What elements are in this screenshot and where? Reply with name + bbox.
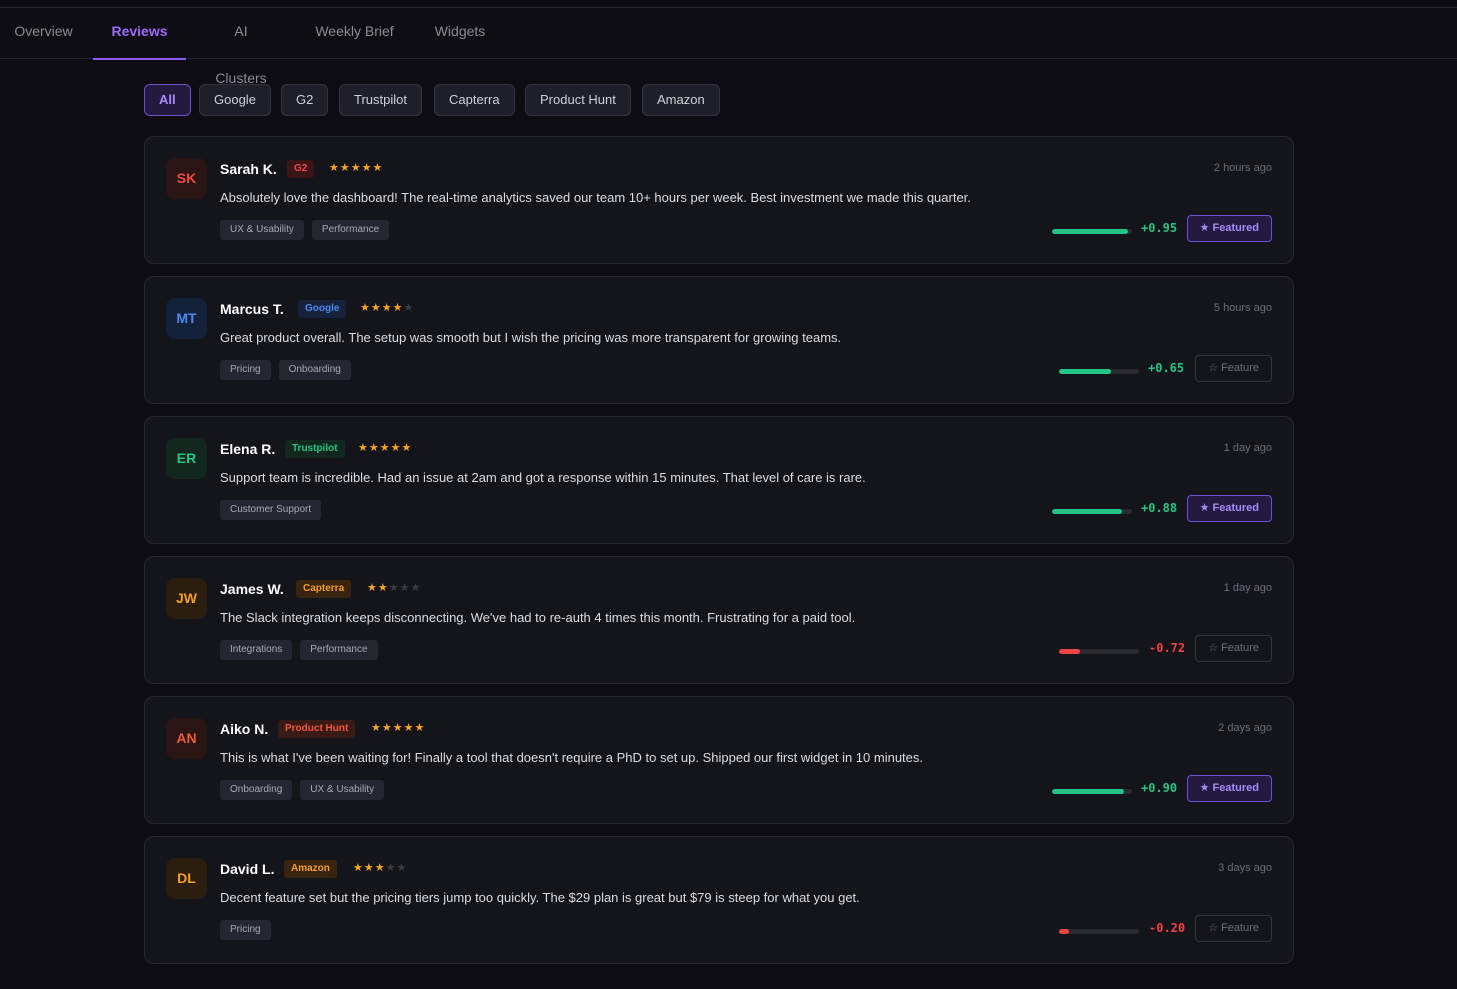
source-badge: Product Hunt: [278, 720, 356, 738]
tag-chip[interactable]: UX & Usability: [220, 220, 304, 240]
feature-toggle-button[interactable]: ☆ Feature: [1195, 355, 1272, 382]
review-timestamp: 1 day ago: [1223, 582, 1272, 594]
sentiment-bar: [1059, 929, 1139, 934]
tab-widgets[interactable]: Widgets: [434, 8, 486, 59]
sentiment-bar: [1052, 509, 1132, 514]
sentiment-bar-fill: [1059, 369, 1111, 374]
sentiment-bar-fill: [1059, 929, 1070, 934]
tag-chip[interactable]: Performance: [300, 640, 378, 660]
reviewer-name: David L.: [220, 861, 275, 877]
review-card: DL David L. Amazon ★★★★★ 3 days ago Dece…: [144, 836, 1294, 964]
reviewer-name: James W.: [220, 581, 284, 597]
review-timestamp: 3 days ago: [1218, 862, 1272, 874]
tag-chip[interactable]: Customer Support: [220, 500, 322, 520]
review-card: ER Elena R. Trustpilot ★★★★★ 1 day ago S…: [144, 416, 1294, 544]
avatar: MT: [166, 298, 207, 339]
review-card: SK Sarah K. G2 ★★★★★ 2 hours ago Absolut…: [144, 136, 1294, 264]
star-rating: ★★★★★: [360, 302, 415, 314]
feature-toggle-button[interactable]: ★ Featured: [1186, 215, 1272, 242]
review-text: Great product overall. The setup was smo…: [220, 330, 842, 345]
review-text: Support team is incredible. Had an issue…: [220, 470, 866, 485]
avatar: ER: [166, 438, 207, 479]
source-badge: Capterra: [296, 580, 352, 598]
avatar: AN: [166, 718, 207, 759]
reviewer-name: Elena R.: [220, 441, 276, 457]
feature-toggle-button[interactable]: ☆ Feature: [1195, 635, 1272, 662]
filter-all[interactable]: All: [144, 84, 191, 116]
sentiment-score: +0.88: [1141, 501, 1178, 515]
star-rating: ★★★★★: [371, 722, 426, 734]
tab-overview[interactable]: Overview: [14, 8, 73, 59]
sentiment-bar: [1052, 789, 1132, 794]
review-tags: Onboarding UX & Usability: [220, 779, 392, 800]
sentiment-score: +0.95: [1141, 221, 1178, 235]
sentiment-bar: [1059, 369, 1139, 374]
review-text: Decent feature set but the pricing tiers…: [220, 890, 860, 905]
main-tabs: Overview Reviews AI Clusters Weekly Brie…: [0, 8, 1457, 86]
review-timestamp: 2 hours ago: [1213, 162, 1272, 174]
tab-reviews[interactable]: Reviews: [93, 8, 186, 60]
review-tags: Customer Support: [220, 499, 329, 520]
sentiment-bar: [1052, 229, 1132, 234]
source-badge: Amazon: [284, 860, 337, 878]
source-badge: Google: [298, 300, 347, 318]
review-timestamp: 5 hours ago: [1213, 302, 1272, 314]
review-text: The Slack integration keeps disconnectin…: [220, 610, 856, 625]
tag-chip[interactable]: Pricing: [220, 360, 271, 380]
sentiment-bar: [1059, 649, 1139, 654]
tag-chip[interactable]: Pricing: [220, 920, 271, 940]
reviewer-name: Aiko N.: [220, 721, 269, 737]
review-text: This is what I've been waiting for! Fina…: [220, 750, 924, 765]
sentiment-score: +0.65: [1148, 361, 1185, 375]
sentiment-bar-fill: [1059, 649, 1080, 654]
reviewer-name: Marcus T.: [220, 301, 284, 317]
review-tags: Pricing: [220, 919, 279, 940]
tag-chip[interactable]: UX & Usability: [300, 780, 385, 800]
tag-chip[interactable]: Onboarding: [278, 360, 351, 380]
tag-chip[interactable]: Integrations: [220, 640, 293, 660]
reviewer-name: Sarah K.: [220, 161, 277, 177]
star-rating: ★★★★★: [329, 162, 384, 174]
sentiment-score: +0.90: [1141, 781, 1178, 795]
star-rating: ★★★★★: [358, 442, 413, 454]
tab-weekly-brief[interactable]: Weekly Brief: [315, 8, 394, 59]
sentiment-bar-fill: [1052, 789, 1124, 794]
feature-toggle-button[interactable]: ★ Featured: [1186, 775, 1272, 802]
window-top-border: [0, 0, 1457, 8]
avatar: SK: [166, 158, 207, 199]
review-card: JW James W. Capterra ★★★★★ 1 day ago The…: [144, 556, 1294, 684]
review-tags: Pricing Onboarding: [220, 359, 359, 380]
feature-toggle-button[interactable]: ☆ Feature: [1195, 915, 1272, 942]
review-tags: UX & Usability Performance: [220, 219, 397, 240]
review-card: MT Marcus T. Google ★★★★★ 5 hours ago Gr…: [144, 276, 1294, 404]
sentiment-bar-fill: [1052, 229, 1128, 234]
filter-product-hunt[interactable]: Product Hunt: [525, 84, 631, 116]
filter-google[interactable]: Google: [199, 84, 271, 116]
review-card: AN Aiko N. Product Hunt ★★★★★ 2 days ago…: [144, 696, 1294, 824]
review-timestamp: 1 day ago: [1223, 442, 1272, 454]
source-badge: Trustpilot: [285, 440, 345, 458]
filter-amazon[interactable]: Amazon: [642, 84, 720, 116]
tag-chip[interactable]: Onboarding: [220, 780, 293, 800]
star-rating: ★★★★★: [353, 862, 408, 874]
review-text: Absolutely love the dashboard! The real-…: [220, 190, 971, 205]
review-timestamp: 2 days ago: [1218, 722, 1272, 734]
source-badge: G2: [287, 160, 315, 178]
review-tags: Integrations Performance: [220, 639, 386, 660]
feature-toggle-button[interactable]: ★ Featured: [1186, 495, 1272, 522]
star-rating: ★★★★★: [367, 582, 422, 594]
sentiment-score: -0.72: [1149, 641, 1186, 655]
filter-capterra[interactable]: Capterra: [434, 84, 515, 116]
filter-g2[interactable]: G2: [281, 84, 329, 116]
sentiment-score: -0.20: [1149, 921, 1186, 935]
tab-ai-clusters[interactable]: AI Clusters: [207, 8, 275, 86]
avatar: JW: [166, 578, 207, 619]
avatar: DL: [166, 858, 207, 899]
filter-trustpilot[interactable]: Trustpilot: [339, 84, 422, 116]
tag-chip[interactable]: Performance: [311, 220, 390, 240]
sentiment-bar-fill: [1052, 509, 1123, 514]
